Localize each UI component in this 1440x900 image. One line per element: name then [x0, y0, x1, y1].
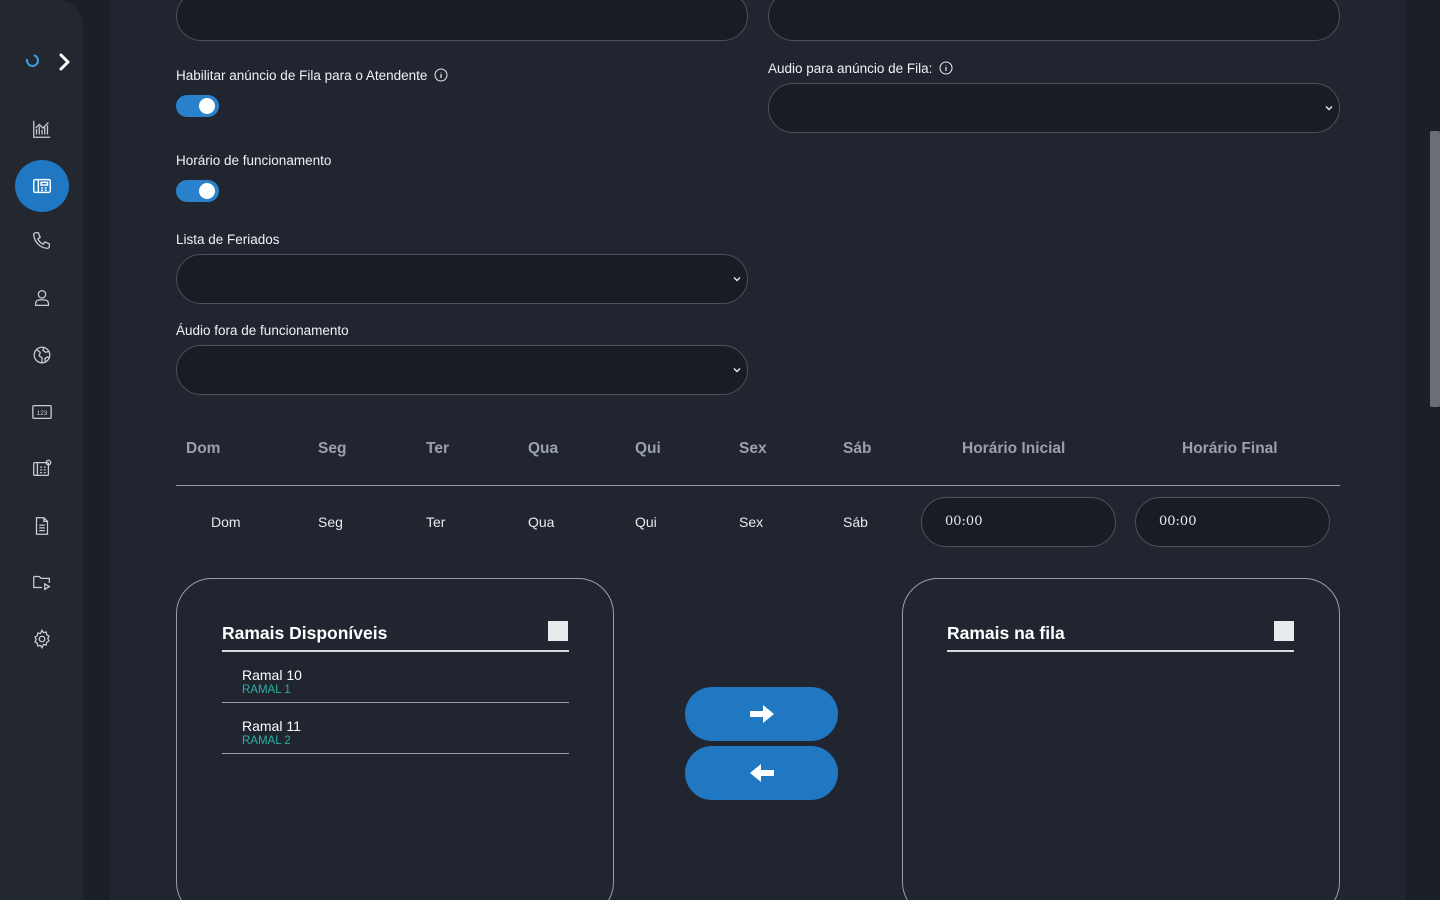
- header-sex: Sex: [739, 440, 767, 457]
- remove-from-queue-button[interactable]: [685, 746, 838, 800]
- queue-icon: [33, 178, 51, 194]
- sidebar-item-reports[interactable]: [15, 500, 69, 552]
- chevron-down-icon: [733, 277, 741, 282]
- header-qua: Qua: [528, 440, 559, 457]
- announce-label: Habilitar anúncio de Fila para o Atenden…: [176, 68, 428, 83]
- sidebar-item-media[interactable]: [15, 556, 69, 608]
- extension-label: RAMAL 1: [242, 684, 291, 696]
- add-to-queue-button[interactable]: [685, 687, 838, 741]
- offhours-audio-select[interactable]: [176, 345, 748, 395]
- end-time-input[interactable]: 00:00: [1135, 497, 1330, 547]
- numeric-icon: 123: [32, 404, 52, 420]
- day-qui[interactable]: Qui: [635, 514, 657, 530]
- business-hours-label: Horário de funcionamento: [176, 153, 332, 168]
- sidebar-item-settings[interactable]: [15, 613, 69, 665]
- top-right-input[interactable]: [768, 0, 1340, 41]
- day-sex[interactable]: Sex: [739, 514, 763, 530]
- header-sab: Sáb: [843, 440, 872, 457]
- announce-audio-label: Audio para anúncio de Fila:: [768, 61, 933, 76]
- sidebar-item-numbers[interactable]: 123: [15, 386, 69, 438]
- info-icon[interactable]: [434, 68, 448, 82]
- chevron-right-icon[interactable]: [58, 52, 72, 72]
- arrow-left-icon: [749, 764, 774, 782]
- scrollbar-thumb[interactable]: [1430, 131, 1440, 407]
- header-start-time: Horário Inicial: [962, 440, 1066, 457]
- sidebar-item-users[interactable]: [15, 272, 69, 324]
- sidebar-item-calls[interactable]: [15, 215, 69, 267]
- document-icon: [35, 517, 49, 535]
- extension-label: RAMAL 2: [242, 735, 291, 747]
- chevron-down-icon: [1325, 106, 1333, 111]
- holidays-label: Lista de Feriados: [176, 232, 280, 247]
- top-left-input[interactable]: [176, 0, 748, 41]
- list-item[interactable]: Ramal 10 RAMAL 1: [222, 652, 569, 703]
- available-extensions-title: Ramais Disponíveis: [222, 623, 388, 643]
- announce-audio-select[interactable]: [768, 83, 1340, 133]
- toggle-knob: [199, 183, 215, 199]
- list-item[interactable]: Ramal 11 RAMAL 2: [222, 703, 569, 754]
- sidebar: 123: [0, 0, 83, 900]
- chart-icon: [33, 120, 51, 138]
- queue-extensions-title: Ramais na fila: [947, 623, 1065, 643]
- arrow-right-icon: [749, 705, 774, 723]
- sidebar-item-queues[interactable]: [15, 160, 69, 212]
- select-all-available-checkbox[interactable]: [548, 621, 568, 641]
- queue-title-underline: [947, 650, 1294, 652]
- day-ter[interactable]: Ter: [426, 514, 445, 530]
- chevron-down-icon: [733, 368, 741, 373]
- ivr-icon: [33, 459, 52, 477]
- announce-toggle[interactable]: [176, 95, 219, 117]
- user-icon: [34, 290, 50, 306]
- loading-icon: [23, 51, 42, 70]
- business-hours-toggle[interactable]: [176, 180, 219, 202]
- header-dom: Dom: [186, 440, 221, 457]
- day-qua[interactable]: Qua: [528, 514, 554, 530]
- header-ter: Ter: [426, 440, 449, 457]
- header-seg: Seg: [318, 440, 347, 457]
- header-end-time: Horário Final: [1182, 440, 1278, 457]
- phone-icon: [33, 232, 50, 249]
- announce-label-row: Habilitar anúncio de Fila para o Atenden…: [176, 68, 448, 83]
- day-sab[interactable]: Sáb: [843, 514, 868, 530]
- sidebar-item-dashboard[interactable]: [15, 103, 69, 155]
- extension-name: Ramal 11: [242, 718, 301, 734]
- select-all-queue-checkbox[interactable]: [1274, 621, 1294, 641]
- sidebar-item-ivr[interactable]: [15, 443, 69, 495]
- settings-icon: [34, 628, 50, 650]
- holidays-select[interactable]: [176, 254, 748, 304]
- day-dom[interactable]: Dom: [211, 514, 241, 530]
- media-folder-icon: [33, 575, 51, 591]
- globe-icon: [33, 346, 51, 364]
- svg-text:123: 123: [37, 410, 48, 417]
- header-qui: Qui: [635, 440, 661, 457]
- start-time-input[interactable]: 00:00: [921, 497, 1116, 547]
- offhours-audio-label: Áudio fora de funcionamento: [176, 323, 349, 338]
- sidebar-header: [22, 48, 76, 78]
- day-seg[interactable]: Seg: [318, 514, 343, 530]
- extension-name: Ramal 10: [242, 667, 302, 683]
- info-icon[interactable]: [939, 61, 953, 75]
- toggle-knob: [199, 98, 215, 114]
- announce-audio-label-row: Audio para anúncio de Fila:: [768, 61, 953, 76]
- sidebar-item-routes[interactable]: [15, 329, 69, 381]
- table-divider: [176, 485, 1340, 486]
